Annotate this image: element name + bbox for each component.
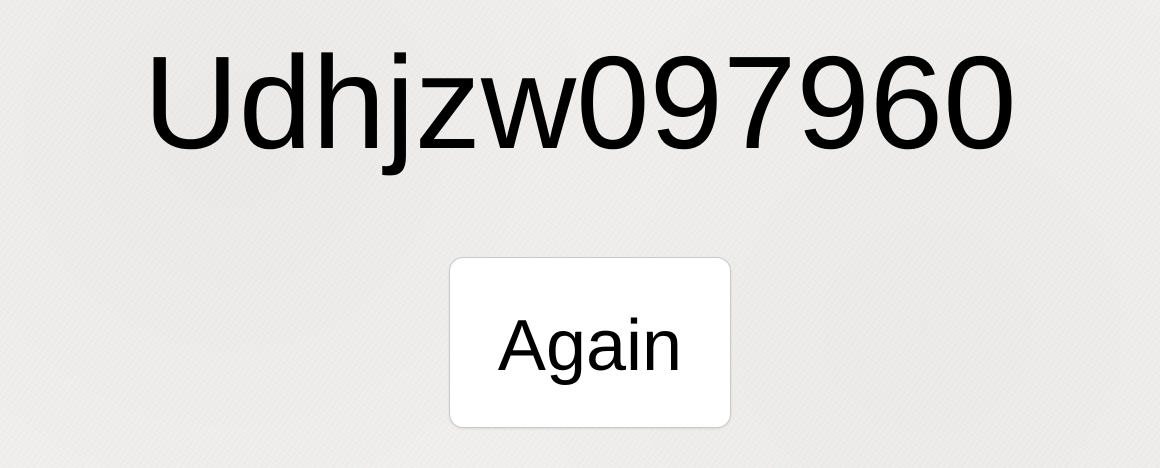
again-button-label: Again	[497, 305, 683, 386]
again-button[interactable]: Again	[449, 257, 731, 428]
code-display: Udhjzw097960	[143, 29, 1017, 176]
page: Udhjzw097960 Again	[0, 0, 1160, 468]
